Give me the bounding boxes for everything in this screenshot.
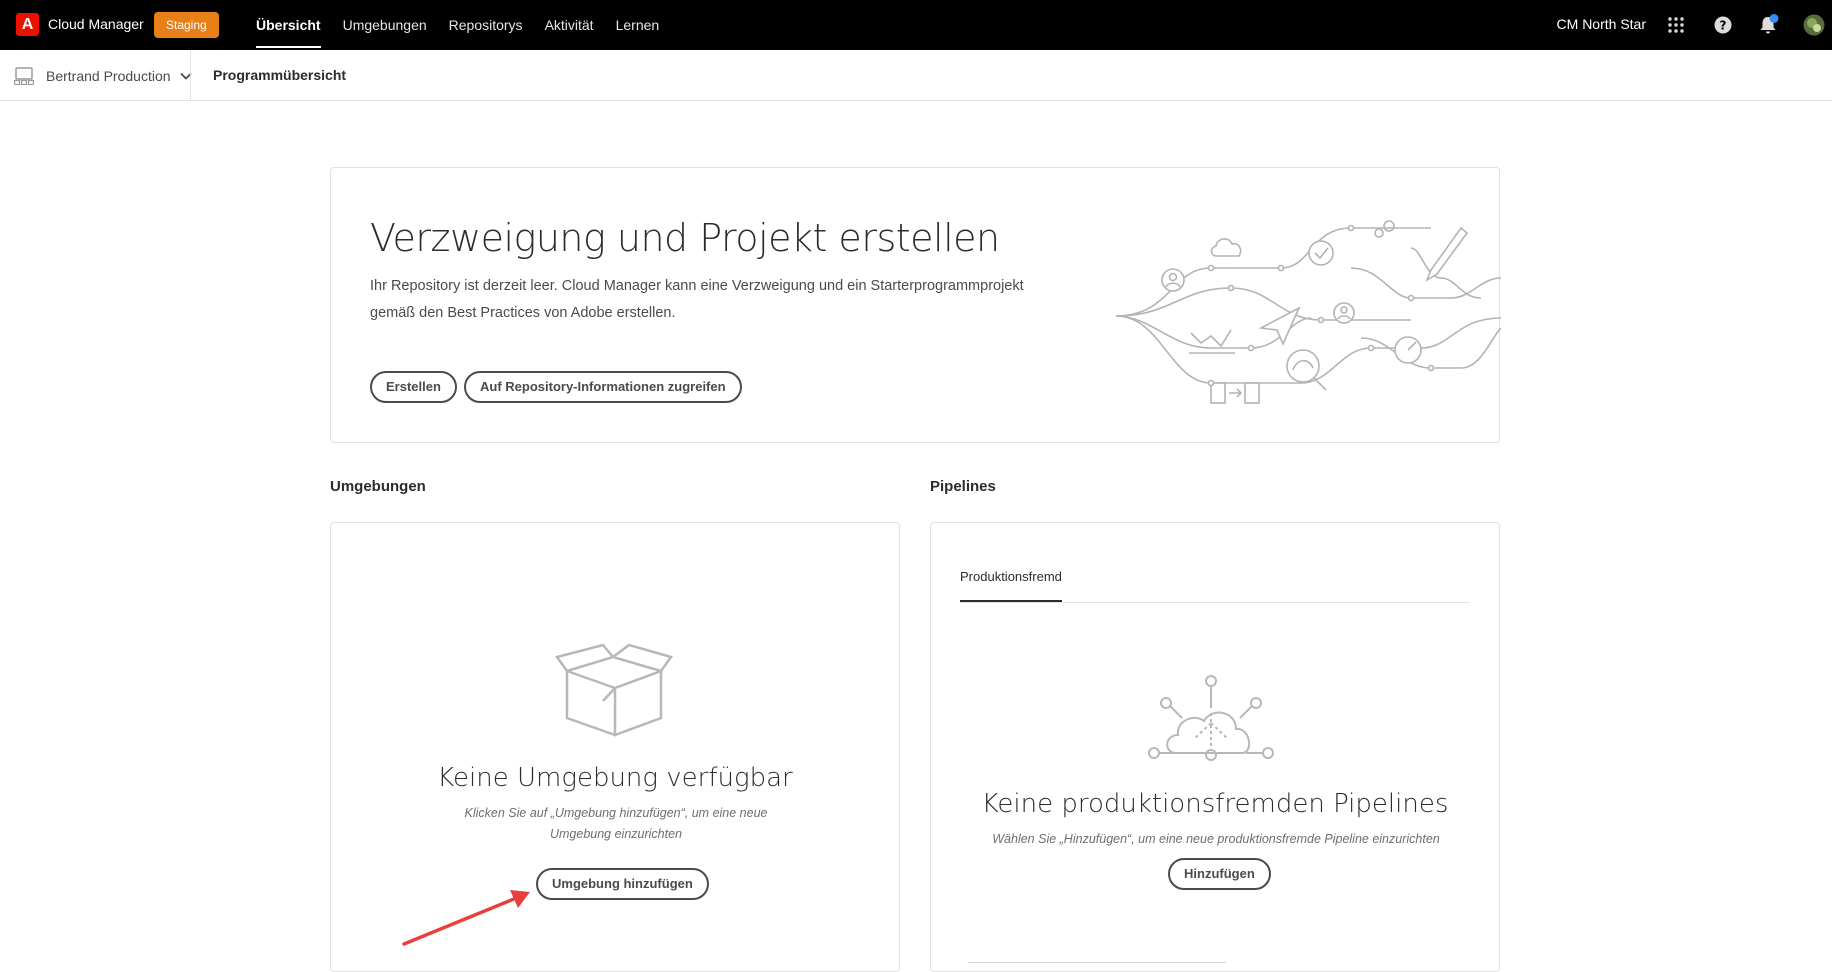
pipelines-panel: Produktionsfremd Keine produktionsfremde… — [930, 522, 1500, 972]
no-pipelines-description: Wählen Sie „Hinzufügen“, um eine neue pr… — [992, 832, 1440, 846]
environment-badge: Staging — [154, 12, 219, 38]
nav-tab-repositories[interactable]: Repositorys — [449, 0, 523, 50]
tab-non-production[interactable]: Produktionsfremd — [960, 569, 1062, 602]
cloud-pipeline-icon — [1148, 675, 1274, 761]
main-nav: Übersicht Umgebungen Repositorys Aktivit… — [256, 0, 681, 50]
help-icon[interactable]: ? — [1711, 13, 1735, 37]
environments-panel: Keine Umgebung verfügbar Klicken Sie auf… — [330, 522, 900, 972]
adobe-logo-icon[interactable]: A — [16, 13, 39, 36]
program-header: Bertrand Production Programmübersicht — [0, 50, 1832, 101]
create-branch-description: Ihr Repository ist derzeit leer. Cloud M… — [370, 278, 1024, 321]
app-title[interactable]: Cloud Manager — [48, 16, 144, 32]
org-switcher[interactable]: CM North Star — [1557, 16, 1646, 32]
top-navigation-bar: A Cloud Manager Staging Übersicht Umgebu… — [0, 0, 1832, 50]
program-icon — [14, 67, 34, 85]
page-title: Programmübersicht — [213, 67, 347, 83]
program-switcher[interactable]: Bertrand Production — [14, 63, 193, 89]
empty-box-icon — [555, 643, 673, 737]
repository-info-button[interactable]: Auf Repository-Informationen zugreifen — [464, 371, 742, 403]
no-environment-description: Klicken Sie auf „Umgebung hinzufügen“, u… — [464, 806, 768, 841]
no-environment-title: Keine Umgebung verfügbar — [437, 763, 793, 793]
add-environment-button[interactable]: Umgebung hinzufügen — [536, 868, 709, 900]
create-button[interactable]: Erstellen — [370, 371, 457, 403]
create-branch-card: Verzweigung und Projekt erstellen Ihr Re… — [330, 167, 1501, 443]
nav-tab-overview[interactable]: Übersicht — [256, 0, 321, 50]
program-name: Bertrand Production — [46, 68, 171, 84]
tab-divider — [960, 602, 1470, 603]
header-divider — [190, 50, 191, 100]
apps-grid-icon[interactable] — [1664, 13, 1688, 37]
svg-text:?: ? — [1720, 19, 1727, 33]
notifications-bell-icon[interactable] — [1756, 13, 1780, 37]
no-pipelines-title: Keine produktionsfremden Pipelines — [981, 789, 1449, 819]
add-pipeline-button[interactable]: Hinzufügen — [1168, 858, 1271, 890]
pipelines-section-title: Pipelines — [930, 478, 996, 495]
nav-tab-environments[interactable]: Umgebungen — [343, 0, 427, 50]
create-branch-title: Verzweigung und Projekt erstellen — [370, 216, 1000, 260]
nav-tab-activity[interactable]: Aktivität — [545, 0, 594, 50]
workflow-illustration — [1115, 220, 1501, 404]
nav-tab-learn[interactable]: Lernen — [616, 0, 660, 50]
environments-section-title: Umgebungen — [330, 478, 426, 495]
user-avatar[interactable] — [1802, 13, 1826, 37]
